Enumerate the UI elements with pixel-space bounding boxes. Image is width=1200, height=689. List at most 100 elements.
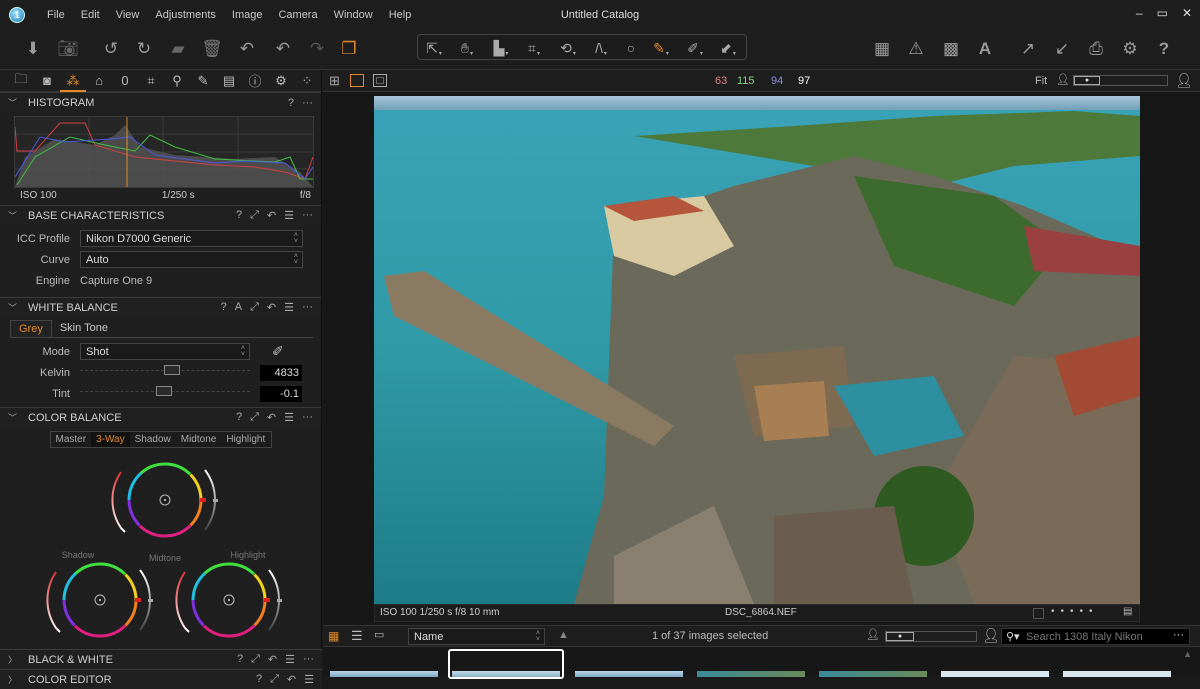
scroll-up-icon[interactable]: ▲ [1183,649,1192,659]
more-icon[interactable]: ··· [303,653,314,666]
multi-view-icon[interactable]: ⊞ [329,73,340,89]
more-icon[interactable]: ··· [302,301,313,314]
copy-adjustments-icon[interactable]: ↗ [1015,36,1041,62]
main-photo[interactable] [374,96,1140,604]
thumbnail[interactable] [697,671,805,677]
thumbnail[interactable] [819,671,927,677]
menu-edit[interactable]: Edit [73,9,108,21]
undo-icon[interactable]: ↶ [270,36,296,62]
more-icon[interactable]: ··· [302,209,313,222]
more-icon[interactable]: ··· [302,411,313,424]
viewer-zoom-slider[interactable]: ● [1073,75,1168,86]
adjustments-tab-icon[interactable]: ⚙ [268,73,294,89]
grid-view-icon[interactable]: ▦ [328,629,339,643]
slider-handle[interactable]: ● [1074,76,1100,85]
search-field[interactable]: ⚲▾ Search 1308 Italy Nikon ··· [1001,628,1190,645]
local-adjust-tab-icon[interactable]: ✎ [190,73,216,89]
expand-icon[interactable]: ⤢ [251,653,260,666]
tab-midtone[interactable]: Midtone [176,432,222,447]
search-icon[interactable]: ⚲▾ [1006,630,1020,643]
maximize-button[interactable]: ▭ [1157,6,1168,20]
presets-icon[interactable]: ☰ [285,653,295,666]
sort-select[interactable]: Name ˄ ˅ [408,628,545,645]
expand-icon[interactable]: ⤢ [250,301,259,314]
metadata-tab-icon[interactable]: ⓘ [242,71,268,90]
rating-dots[interactable]: ••••• [1051,606,1099,617]
tint-slider-handle[interactable] [156,386,172,396]
settings-icon[interactable]: ⚙ [1117,36,1143,62]
layout-icon[interactable]: ▦ [869,36,895,62]
rotate-right-icon[interactable]: ↻ [131,36,157,62]
menu-help[interactable]: Help [381,9,420,21]
tab-3-way[interactable]: 3-Way [91,432,130,447]
tint-input[interactable]: -0.1 [260,385,302,402]
rotate-tool-icon[interactable]: ⟲ ▾ [555,38,581,58]
expand-icon[interactable]: ⤢ [250,411,259,424]
help-icon[interactable]: ? [236,209,242,222]
kelvin-slider-handle[interactable] [164,365,180,375]
shadow-wheel[interactable] [46,549,153,638]
color-tab-icon[interactable]: ⁂ [60,70,86,92]
kelvin-slider[interactable] [80,365,250,380]
slider-handle[interactable]: ● [886,632,914,641]
trash-icon[interactable]: 🗑︎ [199,36,225,62]
redo-icon[interactable]: ↷ [304,36,330,62]
thumb-size-slider[interactable]: ● [885,631,977,642]
metadata-icon[interactable]: ▤ [1123,606,1132,617]
thumbnail[interactable] [1063,671,1171,677]
base-characteristics-header[interactable]: ﹀ BASE CHARACTERISTICS ? ⤢ ↶ ☰ ··· [0,205,321,225]
text-icon[interactable]: A [972,36,998,62]
minimize-button[interactable]: – [1136,6,1143,20]
brush-tool-icon[interactable]: ✎ ▾ [648,38,674,58]
menu-camera[interactable]: Camera [270,9,325,21]
thumbnail[interactable] [330,671,438,677]
kelvin-input[interactable]: 4833 [260,364,302,381]
sort-direction-icon[interactable]: ▲ [558,629,569,641]
keystone-tool-icon[interactable]: /\ ▾ [588,38,614,58]
highlight-wheel[interactable] [175,549,282,638]
capture-icon[interactable]: 📷︎ [55,36,81,62]
tab-grey[interactable]: Grey [10,320,52,337]
full-view-icon[interactable] [373,74,387,87]
spot-removal-tool-icon[interactable]: ○ [618,38,644,58]
rotate-left-icon[interactable]: ↺ [98,36,124,62]
help-icon[interactable]: ? [1151,36,1177,62]
menu-view[interactable]: View [108,9,148,21]
single-view-icon[interactable] [350,74,364,87]
lens-tab-icon[interactable]: 0 [112,73,138,88]
wb-picker-icon[interactable]: ✐ [272,343,284,360]
move-folder-icon[interactable]: ▰ [165,36,191,62]
exposure-warning-icon[interactable]: ⚠ [903,36,929,62]
select-tool-icon[interactable]: ⇱ ▾ [421,38,447,58]
zoom-fit-button[interactable]: Fit [1035,75,1047,87]
filmstrip-view-icon[interactable]: ▭ [374,628,384,641]
color-editor-header[interactable]: 〉 COLOR EDITOR ? ⤢ ↶ ☰ [0,669,322,689]
exposure-tab-icon[interactable]: ⌂ [86,73,112,88]
more-icon[interactable]: ··· [1173,629,1184,641]
close-button[interactable]: ✕ [1182,6,1192,20]
color-picker-tool-icon[interactable]: ✐ ▾ [682,38,708,58]
thumbnail[interactable] [941,671,1049,677]
help-icon[interactable]: ? [221,301,227,314]
curve-select[interactable]: Auto ˄ ˅ [80,251,303,268]
apply-adjustments-icon[interactable]: ↙ [1049,36,1075,62]
reset-icon[interactable]: ↶ [267,301,276,314]
menu-file[interactable]: File [39,9,73,21]
copy-apply-tool-icon[interactable]: ⬋ ▾ [715,38,741,58]
wb-mode-select[interactable]: Shot ˄ ˅ [80,343,250,360]
help-icon[interactable]: ? [237,653,243,666]
white-balance-header[interactable]: ﹀ WHITE BALANCE ? A ⤢ ↶ ☰ ··· [0,297,321,317]
composition-tab-icon[interactable]: ⌗ [138,73,164,89]
color-tag-icon[interactable] [1033,608,1044,619]
color-balance-header[interactable]: ﹀ COLOR BALANCE ? ⤢ ↶ ☰ ··· [0,407,321,427]
variants-icon[interactable]: ❐ [336,36,362,62]
menu-window[interactable]: Window [326,9,381,21]
list-view-icon[interactable]: ☰ [351,628,363,644]
histogram-header[interactable]: ﹀ HISTOGRAM ? ··· [0,92,321,112]
tab-skin-tone[interactable]: Skin Tone [52,320,116,337]
grid-icon[interactable]: ▩ [938,36,964,62]
tint-slider[interactable] [80,386,250,401]
auto-icon[interactable]: A [235,301,242,314]
midtone-wheel[interactable] [111,449,218,551]
menu-adjustments[interactable]: Adjustments [147,9,224,21]
